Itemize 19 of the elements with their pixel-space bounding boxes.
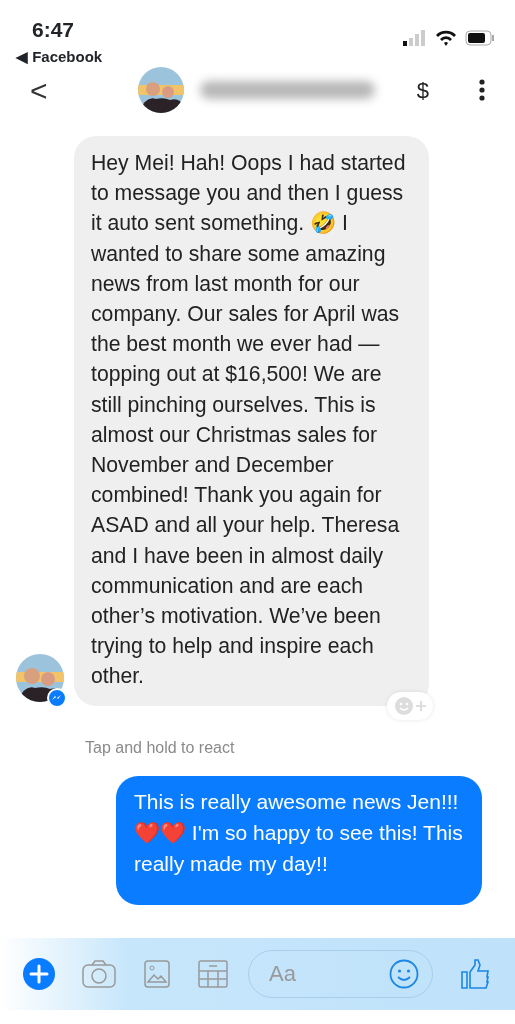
back-button[interactable]: <	[30, 67, 130, 113]
like-icon[interactable]	[461, 959, 491, 989]
payment-button[interactable]: $	[416, 73, 429, 107]
message-text: This is really awesome news Jen!!! ❤❤ I'm so happy to see this! This really made my day!!	[116, 775, 482, 905]
signal-icon	[403, 30, 427, 46]
hint-text: Tap and hold to react	[85, 737, 236, 758]
camera-icon[interactable]	[82, 960, 116, 988]
emoji-icon[interactable]	[389, 959, 419, 989]
messenger-badge-icon	[47, 687, 67, 708]
back-to-app-link[interactable]: ◀ Facebook	[16, 45, 103, 68]
image-icon[interactable]	[144, 960, 170, 988]
wifi-icon	[435, 30, 457, 46]
message-field[interactable]: Aa	[248, 950, 433, 998]
more-options-icon[interactable]	[479, 79, 485, 101]
add-icon[interactable]	[22, 957, 56, 991]
table-icon[interactable]	[198, 960, 228, 988]
status-time: 6:47	[32, 17, 76, 43]
battery-icon	[465, 30, 495, 46]
message-text: Hey Mei! Hah! Oops I had started to message you and then I guess it auto sent something. 🤣 I wanted to share some amazing news from last month for our company. Our sales for April was the best month we ever had — topping out at $16,500! We are still pinching ourselves. This is almost our Christmas sales for November and December combined! Thank you again for ASAD and all your help. Theresa and I have been in almost daily communication and are each other’s motivation. We’ve been trying to help and inspire each other.	[91, 150, 407, 690]
